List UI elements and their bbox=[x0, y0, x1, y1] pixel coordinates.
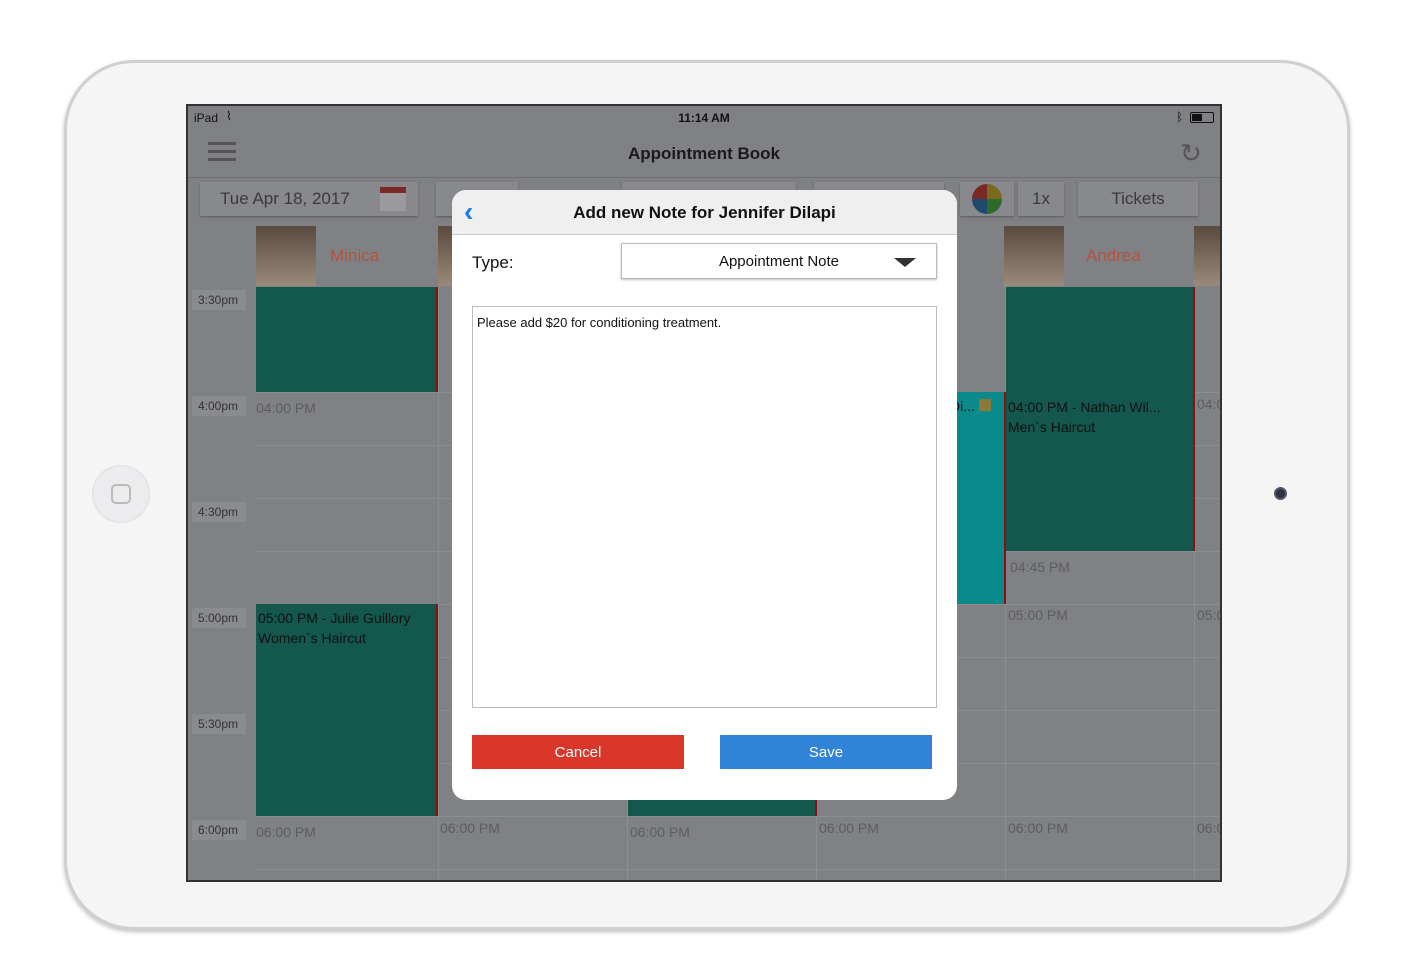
appointment-title: 04:00 PM - Nathan Wil... bbox=[1008, 399, 1161, 415]
status-bar: iPad ⌇ 11:14 AM ᛒ bbox=[188, 106, 1220, 130]
zoom-button[interactable]: 1x bbox=[1018, 182, 1064, 216]
slot-label[interactable]: 06:0 bbox=[1197, 820, 1220, 836]
note-icon bbox=[978, 399, 991, 411]
slot-label[interactable]: 06:00 PM bbox=[440, 820, 500, 836]
date-picker[interactable]: Tue Apr 18, 2017 bbox=[200, 182, 418, 216]
calendar-icon bbox=[380, 187, 406, 211]
add-note-dialog: ‹ Add new Note for Jennifer Dilapi Type:… bbox=[452, 190, 957, 800]
slot-label[interactable]: 04:45 PM bbox=[1010, 559, 1070, 575]
camera-icon bbox=[1274, 487, 1287, 500]
slot-label[interactable]: 06:00 PM bbox=[256, 824, 316, 840]
clock: 11:14 AM bbox=[678, 111, 730, 125]
slot-label[interactable]: 06:00 PM bbox=[1008, 820, 1068, 836]
avatar bbox=[1194, 226, 1220, 286]
slot-label[interactable]: 06:00 PM bbox=[819, 820, 879, 836]
color-wheel-icon bbox=[972, 184, 1002, 214]
staff-name[interactable]: Andrea bbox=[1086, 246, 1141, 266]
home-square-icon bbox=[111, 484, 131, 504]
appointment-title: 05:00 PM - Julie Guillory bbox=[258, 610, 411, 626]
type-label: Type: bbox=[472, 253, 514, 272]
dialog-title: Add new Note for Jennifer Dilapi bbox=[573, 203, 836, 222]
appointment-block[interactable]: 04:00 PM - Nathan Wil... Men`s Haircut bbox=[1006, 287, 1195, 551]
bluetooth-icon: ᛒ bbox=[1176, 110, 1184, 124]
avatar bbox=[1004, 226, 1064, 286]
appointment-block[interactable] bbox=[256, 287, 438, 392]
dropdown-arrow-icon bbox=[894, 258, 916, 267]
type-value: Appointment Note bbox=[718, 252, 840, 270]
time-label: 4:00pm bbox=[192, 396, 246, 416]
color-filter-button[interactable] bbox=[960, 182, 1014, 216]
appointment-service: Men`s Haircut bbox=[1008, 419, 1096, 435]
nav-bar: Appointment Book ↻ bbox=[188, 130, 1220, 178]
type-select[interactable]: Appointment Note bbox=[621, 243, 937, 279]
time-label: 5:30pm bbox=[192, 714, 246, 734]
battery-icon bbox=[1190, 112, 1214, 123]
home-button[interactable] bbox=[92, 465, 150, 523]
date-label: Tue Apr 18, 2017 bbox=[220, 189, 350, 208]
slot-label[interactable]: 05:00 PM bbox=[1008, 607, 1068, 623]
avatar bbox=[256, 226, 316, 286]
note-textarea[interactable]: Please add $20 for conditioning treatmen… bbox=[472, 306, 937, 708]
slot-label[interactable]: 06:00 PM bbox=[630, 824, 690, 840]
time-label: 3:30pm bbox=[192, 290, 246, 310]
appointment-block[interactable]: 05:00 PM - Julie Guillory Women`s Haircut bbox=[256, 604, 438, 816]
cancel-button[interactable]: Cancel bbox=[472, 735, 684, 769]
dialog-header: ‹ Add new Note for Jennifer Dilapi bbox=[452, 190, 957, 235]
slot-label[interactable]: 04:00 PM bbox=[256, 400, 316, 416]
refresh-icon[interactable]: ↻ bbox=[1180, 138, 1202, 169]
time-label: 5:00pm bbox=[192, 608, 246, 628]
staff-name[interactable]: Minica bbox=[330, 246, 379, 266]
tickets-button[interactable]: Tickets bbox=[1078, 182, 1198, 216]
slot-label[interactable]: 05:0 bbox=[1197, 607, 1220, 623]
appointment-service: Women`s Haircut bbox=[258, 630, 366, 646]
save-button[interactable]: Save bbox=[720, 735, 932, 769]
slot-label[interactable]: 04:0 bbox=[1197, 396, 1220, 412]
time-label: 4:30pm bbox=[192, 502, 246, 522]
page-title: Appointment Book bbox=[627, 144, 781, 163]
time-label: 6:00pm bbox=[192, 820, 246, 840]
